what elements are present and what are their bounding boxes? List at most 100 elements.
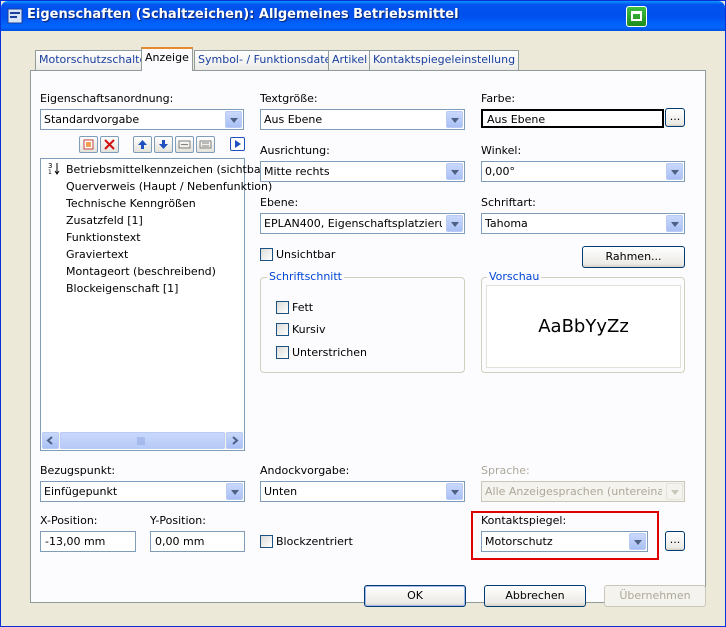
sort-icon: 3 1 bbox=[48, 162, 60, 175]
font-select[interactable]: Tahoma bbox=[481, 213, 685, 234]
chevron-down-icon[interactable] bbox=[629, 533, 646, 550]
language-value: Alle Anzeigesprachen (untereinander) bbox=[485, 485, 662, 498]
chevron-down-icon[interactable] bbox=[446, 215, 463, 232]
x-position-input[interactable]: -13,00 mm bbox=[40, 531, 136, 552]
reference-point-value: Einfügepunkt bbox=[44, 485, 118, 498]
y-position-label: Y-Position: bbox=[150, 514, 206, 527]
frame-button[interactable]: Rahmen... bbox=[582, 246, 685, 268]
property-list[interactable]: 3 1 Betriebsmittelkennzeichen (sichtbar)… bbox=[40, 158, 272, 451]
list-item[interactable]: Blockeigenschaft [1] bbox=[66, 282, 178, 295]
textsize-select[interactable]: Aus Ebene bbox=[260, 109, 465, 130]
align-icon-2[interactable] bbox=[196, 136, 215, 153]
align-icon[interactable] bbox=[175, 136, 194, 153]
font-label: Schriftart: bbox=[481, 196, 536, 209]
y-position-input[interactable]: 0,00 mm bbox=[150, 531, 245, 552]
x-position-label: X-Position: bbox=[40, 514, 98, 527]
apply-button: Übernehmen bbox=[604, 585, 706, 607]
list-item[interactable]: Zusatzfeld [1] bbox=[66, 214, 143, 227]
window-title: Eigenschaften (Schaltzeichen): Allgemein… bbox=[27, 7, 459, 22]
restore-icon[interactable] bbox=[626, 6, 647, 27]
chevron-down-icon[interactable] bbox=[446, 483, 463, 500]
reference-point-select[interactable]: Einfügepunkt bbox=[40, 481, 245, 502]
preview-group-title: Vorschau bbox=[487, 270, 542, 283]
tab-symbol-funktionsdaten[interactable]: Symbol- / Funktionsdaten bbox=[194, 50, 343, 70]
language-label: Sprache: bbox=[481, 464, 530, 477]
title-bar[interactable]: Eigenschaften (Schaltzeichen): Allgemein… bbox=[1, 1, 725, 31]
chevron-down-icon[interactable] bbox=[446, 163, 463, 180]
underline-checkbox[interactable] bbox=[276, 346, 289, 359]
arrangement-label: Eigenschaftsanordnung: bbox=[40, 92, 174, 105]
textsize-value: Aus Ebene bbox=[264, 113, 323, 126]
language-select: Alle Anzeigesprachen (untereinander) bbox=[481, 481, 685, 502]
contact-mirror-label: Kontaktspiegel: bbox=[481, 514, 567, 527]
dialog-body: Motorschutzschalter Anzeige Symbol- / Fu… bbox=[4, 31, 722, 625]
delete-icon[interactable] bbox=[100, 136, 119, 153]
layer-select[interactable]: EPLAN400, Eigenschaftsplatzierung.Betrie… bbox=[260, 213, 465, 234]
list-item[interactable]: Graviertext bbox=[66, 248, 128, 261]
block-centered-label: Blockzentriert bbox=[276, 535, 353, 548]
block-centered-checkbox[interactable] bbox=[260, 535, 273, 548]
tab-anzeige[interactable]: Anzeige bbox=[141, 47, 193, 71]
contact-mirror-value: Motorschutz bbox=[485, 535, 553, 548]
invisible-checkbox[interactable] bbox=[260, 248, 273, 261]
layer-value: EPLAN400, Eigenschaftsplatzierung.Betrie… bbox=[264, 217, 442, 230]
tab-artikel[interactable]: Artikel bbox=[328, 50, 372, 70]
docking-select[interactable]: Unten bbox=[260, 481, 465, 502]
textsize-label: Textgröße: bbox=[260, 92, 318, 105]
color-field[interactable]: Aus Ebene bbox=[481, 109, 664, 128]
contact-mirror-select[interactable]: Motorschutz bbox=[481, 531, 648, 552]
arrangement-select[interactable]: Standardvorgabe bbox=[40, 109, 244, 130]
layer-label: Ebene: bbox=[260, 196, 299, 209]
list-item[interactable]: Querverweis (Haupt / Nebenfunktion) bbox=[66, 180, 272, 193]
italic-checkbox[interactable] bbox=[276, 323, 289, 336]
properties-dialog: Eigenschaften (Schaltzeichen): Allgemein… bbox=[0, 0, 726, 627]
ok-button[interactable]: OK bbox=[364, 585, 466, 607]
move-up-icon[interactable] bbox=[133, 136, 152, 153]
svg-text:1: 1 bbox=[48, 169, 52, 175]
tab-panel-anzeige: Eigenschaftsanordnung: Standardvorgabe 3… bbox=[30, 70, 706, 603]
list-item[interactable]: Funktionstext bbox=[66, 231, 141, 244]
contact-mirror-browse-button[interactable]: ... bbox=[665, 531, 685, 551]
chevron-down-icon bbox=[666, 483, 683, 500]
chevron-down-icon[interactable] bbox=[666, 163, 683, 180]
app-icon bbox=[7, 8, 23, 24]
reference-point-label: Bezugspunkt: bbox=[40, 464, 116, 477]
cancel-button[interactable]: Abbrechen bbox=[484, 585, 586, 607]
fontstyle-group-title: Schriftschnitt bbox=[267, 270, 344, 283]
scroll-thumb[interactable] bbox=[60, 432, 225, 449]
tab-motorschutzschalter[interactable]: Motorschutzschalter bbox=[35, 50, 155, 70]
chevron-down-icon[interactable] bbox=[666, 215, 683, 232]
font-value: Tahoma bbox=[485, 217, 528, 230]
alignment-value: Mitte rechts bbox=[264, 165, 330, 178]
chevron-down-icon[interactable] bbox=[226, 483, 243, 500]
underline-label: Unterstrichen bbox=[292, 346, 368, 359]
new-icon[interactable] bbox=[79, 136, 98, 153]
list-item[interactable]: Montageort (beschreibend) bbox=[66, 265, 216, 278]
alignment-select[interactable]: Mitte rechts bbox=[260, 161, 465, 182]
docking-label: Andockvorgabe: bbox=[260, 464, 350, 477]
docking-value: Unten bbox=[264, 485, 298, 498]
scroll-left-icon[interactable] bbox=[42, 432, 59, 449]
preview-text: AaBbYyZz bbox=[538, 316, 629, 337]
invisible-label: Unsichtbar bbox=[276, 248, 336, 261]
bold-checkbox[interactable] bbox=[276, 301, 289, 314]
color-picker-button[interactable]: ... bbox=[665, 108, 685, 127]
move-down-icon[interactable] bbox=[154, 136, 173, 153]
italic-label: Kursiv bbox=[292, 323, 326, 336]
angle-value: 0,00° bbox=[485, 165, 515, 178]
angle-label: Winkel: bbox=[481, 144, 522, 157]
list-item[interactable]: Technische Kenngrößen bbox=[66, 197, 196, 210]
angle-select[interactable]: 0,00° bbox=[481, 161, 685, 182]
chevron-down-icon[interactable] bbox=[446, 111, 463, 128]
chevron-down-icon[interactable] bbox=[225, 111, 242, 128]
expand-icon[interactable] bbox=[230, 137, 245, 151]
bold-label: Fett bbox=[292, 301, 314, 314]
horizontal-scrollbar[interactable] bbox=[42, 432, 243, 449]
scroll-right-icon[interactable] bbox=[226, 432, 243, 449]
color-label: Farbe: bbox=[481, 92, 516, 105]
alignment-label: Ausrichtung: bbox=[260, 144, 330, 157]
list-item[interactable]: Betriebsmittelkennzeichen (sichtbar) bbox=[66, 163, 269, 176]
tab-kontaktspiegeleinstellung[interactable]: Kontaktspiegeleinstellung bbox=[369, 50, 520, 70]
arrangement-value: Standardvorgabe bbox=[44, 113, 140, 126]
preview-area: AaBbYyZz bbox=[486, 285, 681, 368]
